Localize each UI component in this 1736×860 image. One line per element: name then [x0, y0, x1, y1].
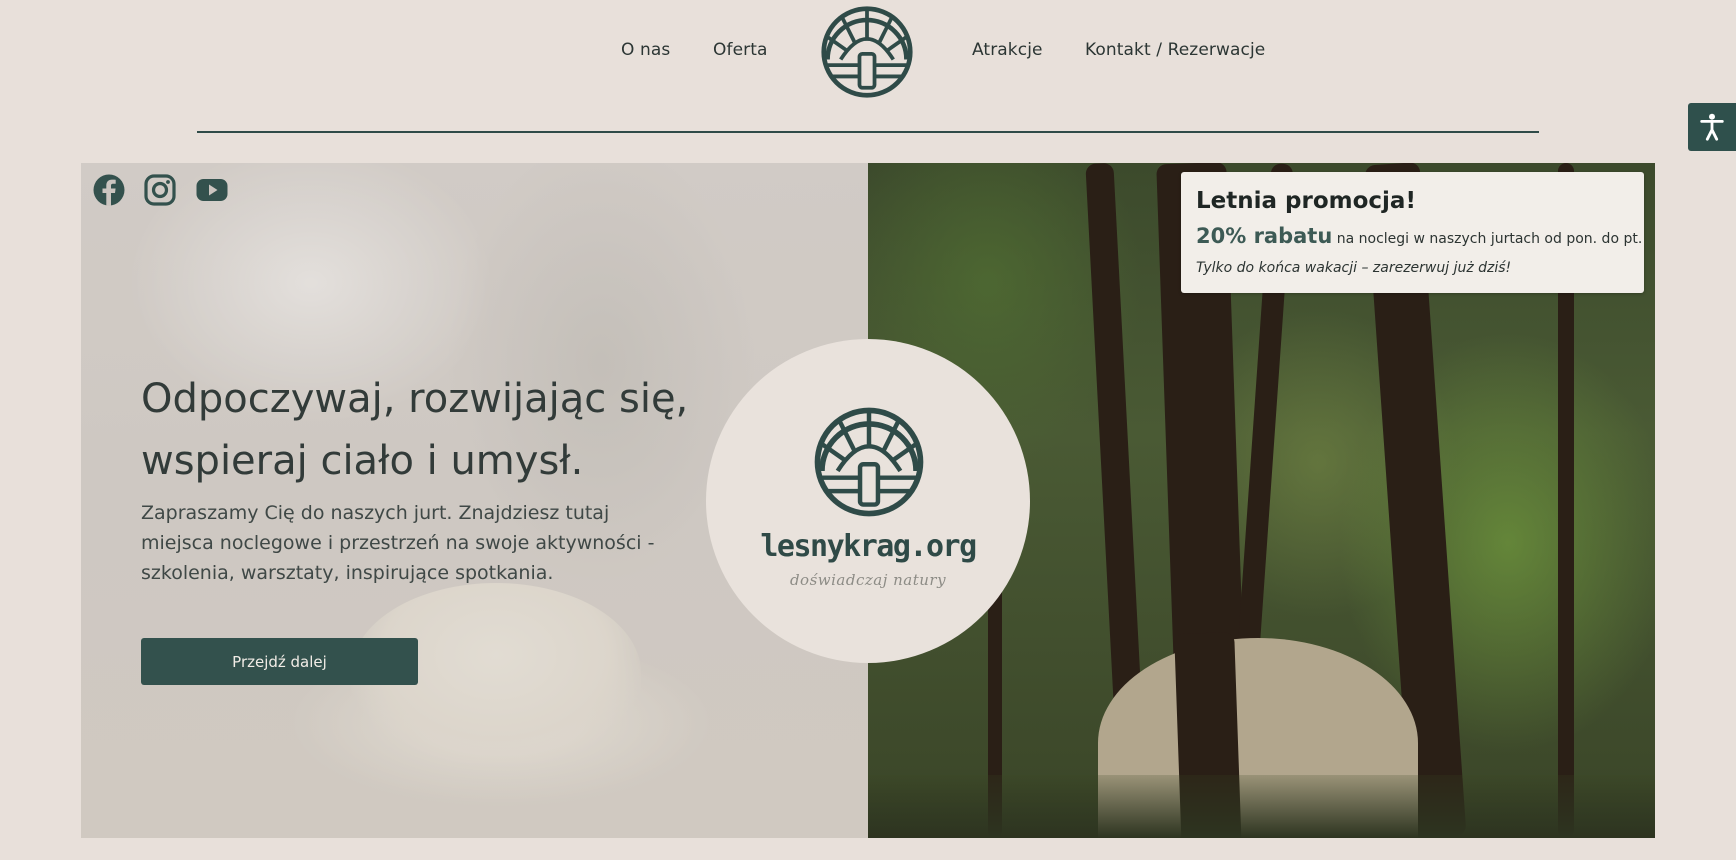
- hero-description: Zapraszamy Cię do naszych jurt. Znajdzie…: [141, 498, 701, 588]
- hero-text-line-1: Zapraszamy Cię do naszych jurt. Znajdzie…: [141, 502, 610, 524]
- youtube-link[interactable]: [195, 173, 229, 207]
- accessibility-icon: [1700, 113, 1724, 141]
- promo-title: Letnia promocja!: [1196, 188, 1416, 214]
- promo-discount: 20% rabatu: [1196, 224, 1333, 248]
- instagram-icon: [144, 174, 176, 206]
- promo-offer: 20% rabatu na noclegi w naszych jurtach …: [1196, 224, 1642, 248]
- promo-box: Letnia promocja! 20% rabatu na noclegi w…: [1181, 172, 1644, 293]
- continue-button[interactable]: Przejdź dalej: [141, 638, 418, 685]
- hero-title-line-2: wspieraj ciało i umysł.: [141, 438, 584, 484]
- promo-description: na noclegi w naszych jurtach od pon. do …: [1332, 231, 1643, 247]
- header-divider: [197, 131, 1539, 133]
- promo-note: Tylko do końca wakacji – zarezerwuj już …: [1196, 260, 1512, 276]
- nav-item-atrakcje[interactable]: Atrakcje: [972, 40, 1043, 60]
- instagram-link[interactable]: [143, 173, 177, 207]
- hero-text-line-3: szkolenia, warsztaty, inspirujące spotka…: [141, 562, 554, 584]
- facebook-link[interactable]: [92, 173, 126, 207]
- yurt-logo-icon: [814, 407, 924, 517]
- brand-name: lesnykrag.org: [760, 529, 977, 564]
- nav-item-kontakt-rezerwacje[interactable]: Kontakt / Rezerwacje: [1085, 40, 1265, 60]
- yurt-logo-icon[interactable]: [820, 5, 914, 99]
- brand-tagline: doświadczaj natury: [789, 571, 947, 589]
- hero-text-line-2: miejsca noclegowe i przestrzeń na swoje …: [141, 532, 655, 554]
- brand-badge: lesnykrag.org doświadczaj natury: [706, 339, 1030, 663]
- facebook-icon: [93, 174, 125, 206]
- hero-title: Odpoczywaj, rozwijając się, wspieraj cia…: [141, 368, 761, 492]
- hero-title-line-1: Odpoczywaj, rozwijając się,: [141, 376, 689, 422]
- accessibility-button[interactable]: [1688, 103, 1736, 151]
- nav-item-o-nas[interactable]: O nas: [621, 40, 670, 60]
- youtube-icon: [196, 179, 228, 201]
- nav-item-oferta[interactable]: Oferta: [713, 40, 768, 60]
